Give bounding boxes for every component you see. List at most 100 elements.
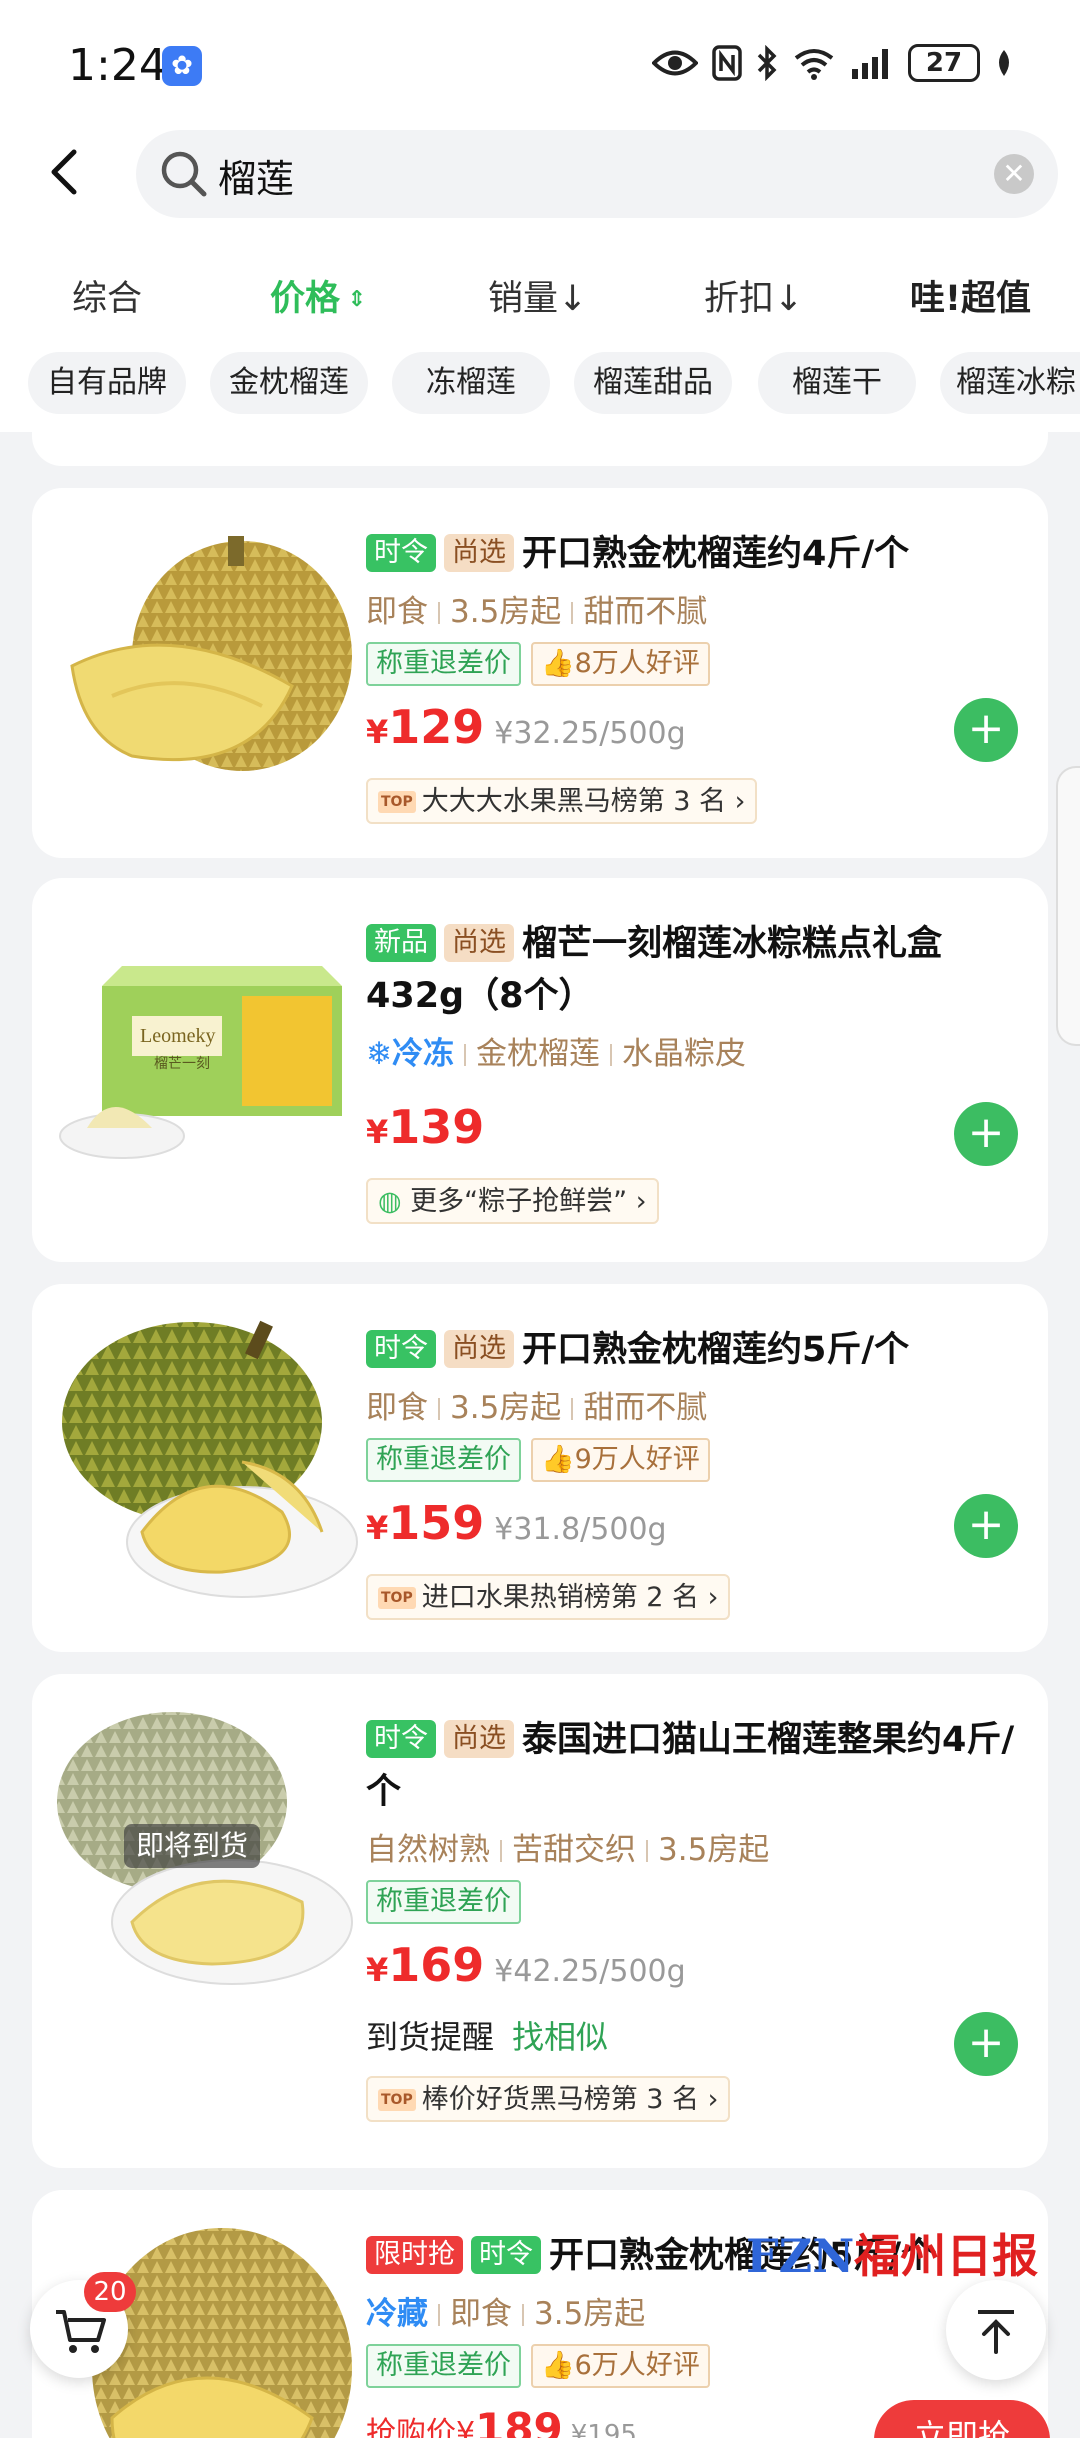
sort-comprehensive[interactable]: 综合 <box>72 270 142 321</box>
feature: 3.5房起 <box>450 1390 562 1426</box>
feature: 即食 <box>366 1390 428 1426</box>
rank-text: 进口水果热销榜第 2 名 › <box>421 1582 719 1613</box>
thumbs-up-icon: 👍 <box>541 2350 575 2381</box>
price: 169 <box>388 1938 485 1992</box>
watermark-left: FZN <box>746 2229 855 2283</box>
rank-link[interactable]: TOP 进口水果热销榜第 2 名 › <box>366 1574 731 1620</box>
badge-reviews: 👍9万人好评 <box>531 1438 710 1482</box>
product-badges: 称重退差价 <box>366 1880 1018 1924</box>
price-row: ¥139 <box>366 1100 1018 1164</box>
arrival-reminder-button[interactable]: 到货提醒 <box>366 2018 494 2056</box>
sort-sales[interactable]: 销量↓ <box>488 270 587 321</box>
currency: ¥ <box>366 1509 389 1547</box>
add-to-cart-button[interactable]: + <box>954 1102 1018 1166</box>
tag-new: 新品 <box>366 924 436 962</box>
rank-text: 棒价好货黑马榜第 3 名 › <box>421 2084 719 2115</box>
price: 129 <box>388 700 485 754</box>
sort-discount[interactable]: 折扣↓ <box>704 270 803 321</box>
back-button[interactable] <box>44 146 92 198</box>
price: 139 <box>388 1100 485 1154</box>
original-price: ¥195 <box>570 2420 637 2438</box>
add-to-cart-button[interactable]: + <box>954 2012 1018 2076</box>
feature: 即食 <box>450 2296 512 2332</box>
tag-selected: 尚选 <box>444 1330 514 1368</box>
search-icon <box>161 151 207 197</box>
wifi-icon <box>794 49 834 80</box>
rank-text: 大大大水果黑马榜第 3 名 › <box>421 786 746 817</box>
feature: 即食 <box>366 594 428 630</box>
box-sub-text: 榴芒一刻 <box>154 1056 210 1072</box>
price: 159 <box>388 1496 485 1550</box>
basket-icon: ◍ <box>378 1186 411 1217</box>
badge-weight-refund: 称重退差价 <box>366 1438 521 1482</box>
sort-price[interactable]: 价格 ⇕ <box>270 270 366 321</box>
product-info: 时令 尚选 开口熟金枕榴莲约4斤/个 即食 3.5房起 甜而不腻 称重退差价 👍8万人好评… <box>366 528 1018 824</box>
thumbs-up-icon: 👍 <box>541 1444 575 1475</box>
product-title: 开口熟金枕榴莲约5斤/个 <box>522 1330 910 1370</box>
bluetooth-icon <box>757 45 777 81</box>
chilled-label: 冷藏 <box>366 2296 428 2332</box>
rank-link[interactable]: TOP 大大大水果黑马榜第 3 名 › <box>366 778 758 824</box>
chip-golden-pillow[interactable]: 金枕榴莲 <box>210 352 368 414</box>
search-bar[interactable]: 榴莲 ✕ <box>136 130 1058 218</box>
frozen-text: 冷冻 <box>391 1036 454 1072</box>
price: 189 <box>475 2404 563 2438</box>
rank-link[interactable]: TOP 棒价好货黑马榜第 3 名 › <box>366 2076 731 2122</box>
arrow-down-icon: ↓ <box>558 279 588 319</box>
find-similar-button[interactable]: 找相似 <box>512 2018 608 2056</box>
chip-frozen[interactable]: 冻榴莲 <box>392 352 550 414</box>
watermark-logo: FZN福州日报 <box>746 2220 1038 2286</box>
sort-discount-label: 折扣 <box>704 279 775 319</box>
add-to-cart-button[interactable]: + <box>954 1494 1018 1558</box>
product-title-line: 新品 尚选 榴芒一刻榴莲冰粽糕点礼盒432g（8个） <box>366 918 1018 1022</box>
clear-search-button[interactable]: ✕ <box>994 154 1034 194</box>
badge-reviews-text: 6万人好评 <box>574 2350 700 2381</box>
tag-seasonal: 时令 <box>366 1720 436 1758</box>
product-features: 冷藏 即食 3.5房起 <box>366 2292 1018 2336</box>
signal-icon <box>852 49 888 79</box>
tag-flash-sale: 限时抢 <box>366 2236 463 2274</box>
system-icons: 27 <box>652 44 1014 82</box>
product-info: 时令 尚选 开口熟金枕榴莲约5斤/个 即食 3.5房起 甜而不腻 称重退差价 👍9万人好评… <box>366 1324 1018 1620</box>
product-info: 时令 尚选 泰国进口猫山王榴莲整果约4斤/个 自然树熟 苦甜交织 3.5房起 称重退差价… <box>366 1714 1018 2122</box>
sort-super-value[interactable]: 哇!超值 <box>910 270 1031 321</box>
product-features: 即食 3.5房起 甜而不腻 <box>366 1386 1018 1430</box>
chip-own-brand[interactable]: 自有品牌 <box>28 352 186 414</box>
chip-ice-zongzi[interactable]: 榴莲冰粽 <box>940 352 1080 414</box>
currency: ¥ <box>366 1951 389 1989</box>
cart-button[interactable]: 20 <box>30 2272 136 2378</box>
product-card[interactable]: Leomeky 榴芒一刻 新品 尚选 榴芒一刻榴莲冰粽糕点礼盒432g（8个） ❄冷… <box>32 878 1048 1262</box>
search-input[interactable]: 榴莲 <box>218 148 294 203</box>
sort-sales-label: 销量 <box>488 279 559 319</box>
feature: 3.5房起 <box>534 2296 646 2332</box>
snowflake-icon: ❄ <box>366 1036 392 1072</box>
eye-icon <box>652 50 698 76</box>
top-icon: TOP <box>378 2089 416 2111</box>
header: 1:24 ✿ 27 榴莲 ✕ 综合 价格 ⇕ 销量↓ 折扣↓ 哇!超值 自有品牌… <box>0 0 1080 432</box>
product-badges: 称重退差价 👍6万人好评 <box>366 2344 1018 2388</box>
chip-dessert[interactable]: 榴莲甜品 <box>574 352 732 414</box>
arrival-row: 到货提醒 找相似 <box>366 2012 1018 2062</box>
product-card[interactable]: 时令 尚选 开口熟金枕榴莲约4斤/个 即食 3.5房起 甜而不腻 称重退差价 👍8万人好评… <box>32 488 1048 858</box>
price-row: ¥159 ¥31.8/500g <box>366 1496 1018 1560</box>
top-icon: TOP <box>378 1587 416 1609</box>
badge-reviews: 👍6万人好评 <box>531 2344 710 2388</box>
chevron-left-icon <box>51 149 77 195</box>
add-to-cart-button[interactable]: + <box>954 698 1018 762</box>
product-card[interactable]: 即将到货 时令 尚选 泰国进口猫山王榴莲整果约4斤/个 自然树熟 苦甜交织 3.5房起 … <box>32 1674 1048 2168</box>
product-features: 即食 3.5房起 甜而不腻 <box>366 590 1018 634</box>
app-notification-icon: ✿ <box>162 46 202 86</box>
feature: 水晶粽皮 <box>621 1036 746 1072</box>
back-to-top-button[interactable] <box>946 2280 1046 2380</box>
chip-dried[interactable]: 榴莲干 <box>758 352 916 414</box>
watermark-right: 福州日报 <box>854 2229 1039 2283</box>
buy-now-button[interactable]: 立即抢 <box>874 2400 1050 2438</box>
more-zongzi-link[interactable]: ◍ 更多“粽子抢鲜尝” › <box>366 1178 659 1224</box>
product-card[interactable]: 时令 尚选 开口熟金枕榴莲约5斤/个 即食 3.5房起 甜而不腻 称重退差价 👍9万人好评… <box>32 1284 1048 1652</box>
badge-weight-refund: 称重退差价 <box>366 1880 521 1924</box>
gift-box-image: Leomeky 榴芒一刻 <box>59 966 342 1159</box>
side-drawer-handle[interactable] <box>1056 766 1080 1046</box>
product-badges: 称重退差价 👍9万人好评 <box>366 1438 1018 1482</box>
feature: 金枕榴莲 <box>475 1036 600 1072</box>
badge-weight-refund: 称重退差价 <box>366 2344 521 2388</box>
